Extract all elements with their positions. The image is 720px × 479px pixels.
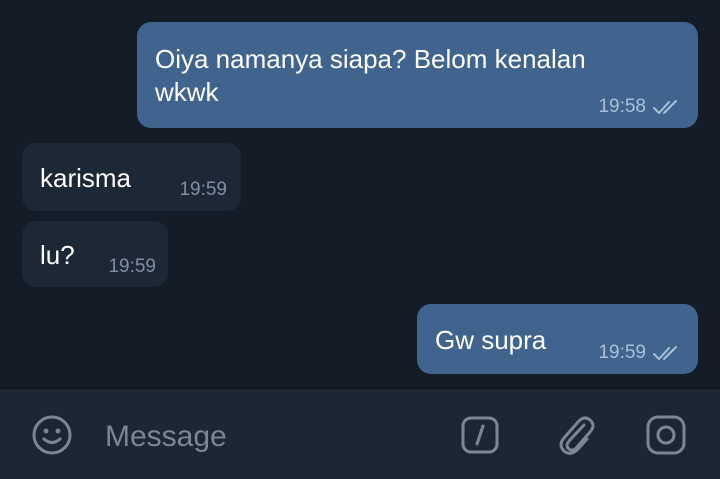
double-check-icon (652, 99, 682, 115)
message-meta: 19:58 (598, 96, 682, 118)
double-check-icon (652, 345, 682, 361)
message-incoming[interactable]: karisma 19:59 (22, 143, 241, 211)
bot-command-button[interactable] (457, 414, 503, 460)
message-outgoing[interactable]: Gw supra 19:59 (417, 304, 698, 374)
message-time: 19:58 (598, 96, 646, 117)
chat-area: Oiya namanya siapa? Belom kenalan wkwk 1… (0, 0, 720, 388)
message-time: 19:59 (598, 342, 646, 363)
message-time: 19:59 (108, 256, 156, 277)
paperclip-icon (554, 411, 598, 462)
camera-button[interactable] (642, 413, 690, 461)
message-meta: 19:59 (598, 342, 682, 364)
message-text: Gw supra (435, 325, 547, 355)
message-time: 19:59 (179, 179, 227, 200)
message-text: karisma (40, 163, 132, 193)
message-meta: 19:59 (108, 256, 156, 278)
emoji-button[interactable] (28, 413, 76, 461)
message-input[interactable] (105, 417, 425, 457)
attach-button[interactable] (552, 411, 600, 461)
message-incoming[interactable]: lu? 19:59 (22, 221, 168, 287)
smile-icon (30, 413, 74, 462)
camera-icon (644, 413, 688, 462)
message-outgoing[interactable]: Oiya namanya siapa? Belom kenalan wkwk 1… (137, 22, 698, 128)
message-text-line-1: Oiya namanya siapa? Belom kenalan (155, 44, 586, 74)
message-text-line-2: wkwk (155, 77, 219, 107)
message-meta: 19:59 (179, 179, 227, 201)
message-text: lu? (40, 240, 75, 270)
message-composer (0, 388, 720, 479)
slash-command-icon (459, 414, 501, 461)
